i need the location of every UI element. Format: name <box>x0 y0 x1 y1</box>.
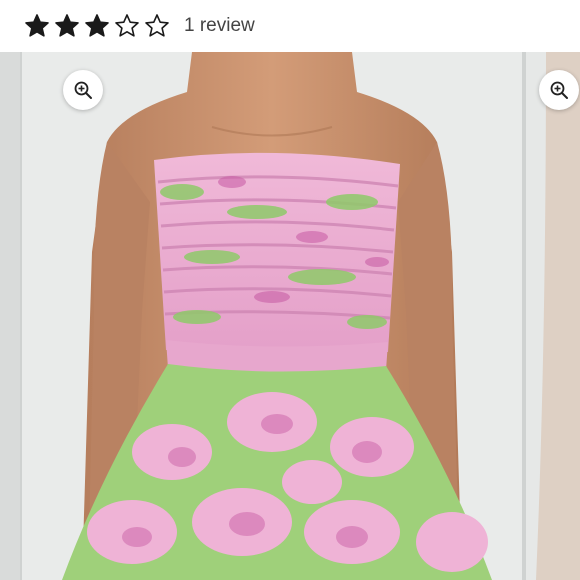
star-filled-icon <box>54 13 80 39</box>
star-outline-icon <box>144 13 170 39</box>
star-filled-icon <box>24 13 50 39</box>
rating-bar: 1 review <box>0 0 580 52</box>
zoom-in-icon <box>549 80 569 100</box>
next-photo-illustration <box>526 52 580 580</box>
product-image[interactable] <box>22 52 522 580</box>
product-image-gallery <box>0 52 580 580</box>
star-filled-icon <box>84 13 110 39</box>
previous-image-preview[interactable] <box>0 52 20 580</box>
zoom-button-next[interactable] <box>539 70 579 110</box>
dress-photo-illustration <box>22 52 522 580</box>
next-image-preview[interactable] <box>526 52 580 580</box>
star-outline-icon <box>114 13 140 39</box>
star-rating <box>24 13 174 39</box>
zoom-in-icon <box>73 80 93 100</box>
review-count-link[interactable]: 1 review <box>184 15 255 37</box>
zoom-button[interactable] <box>63 70 103 110</box>
